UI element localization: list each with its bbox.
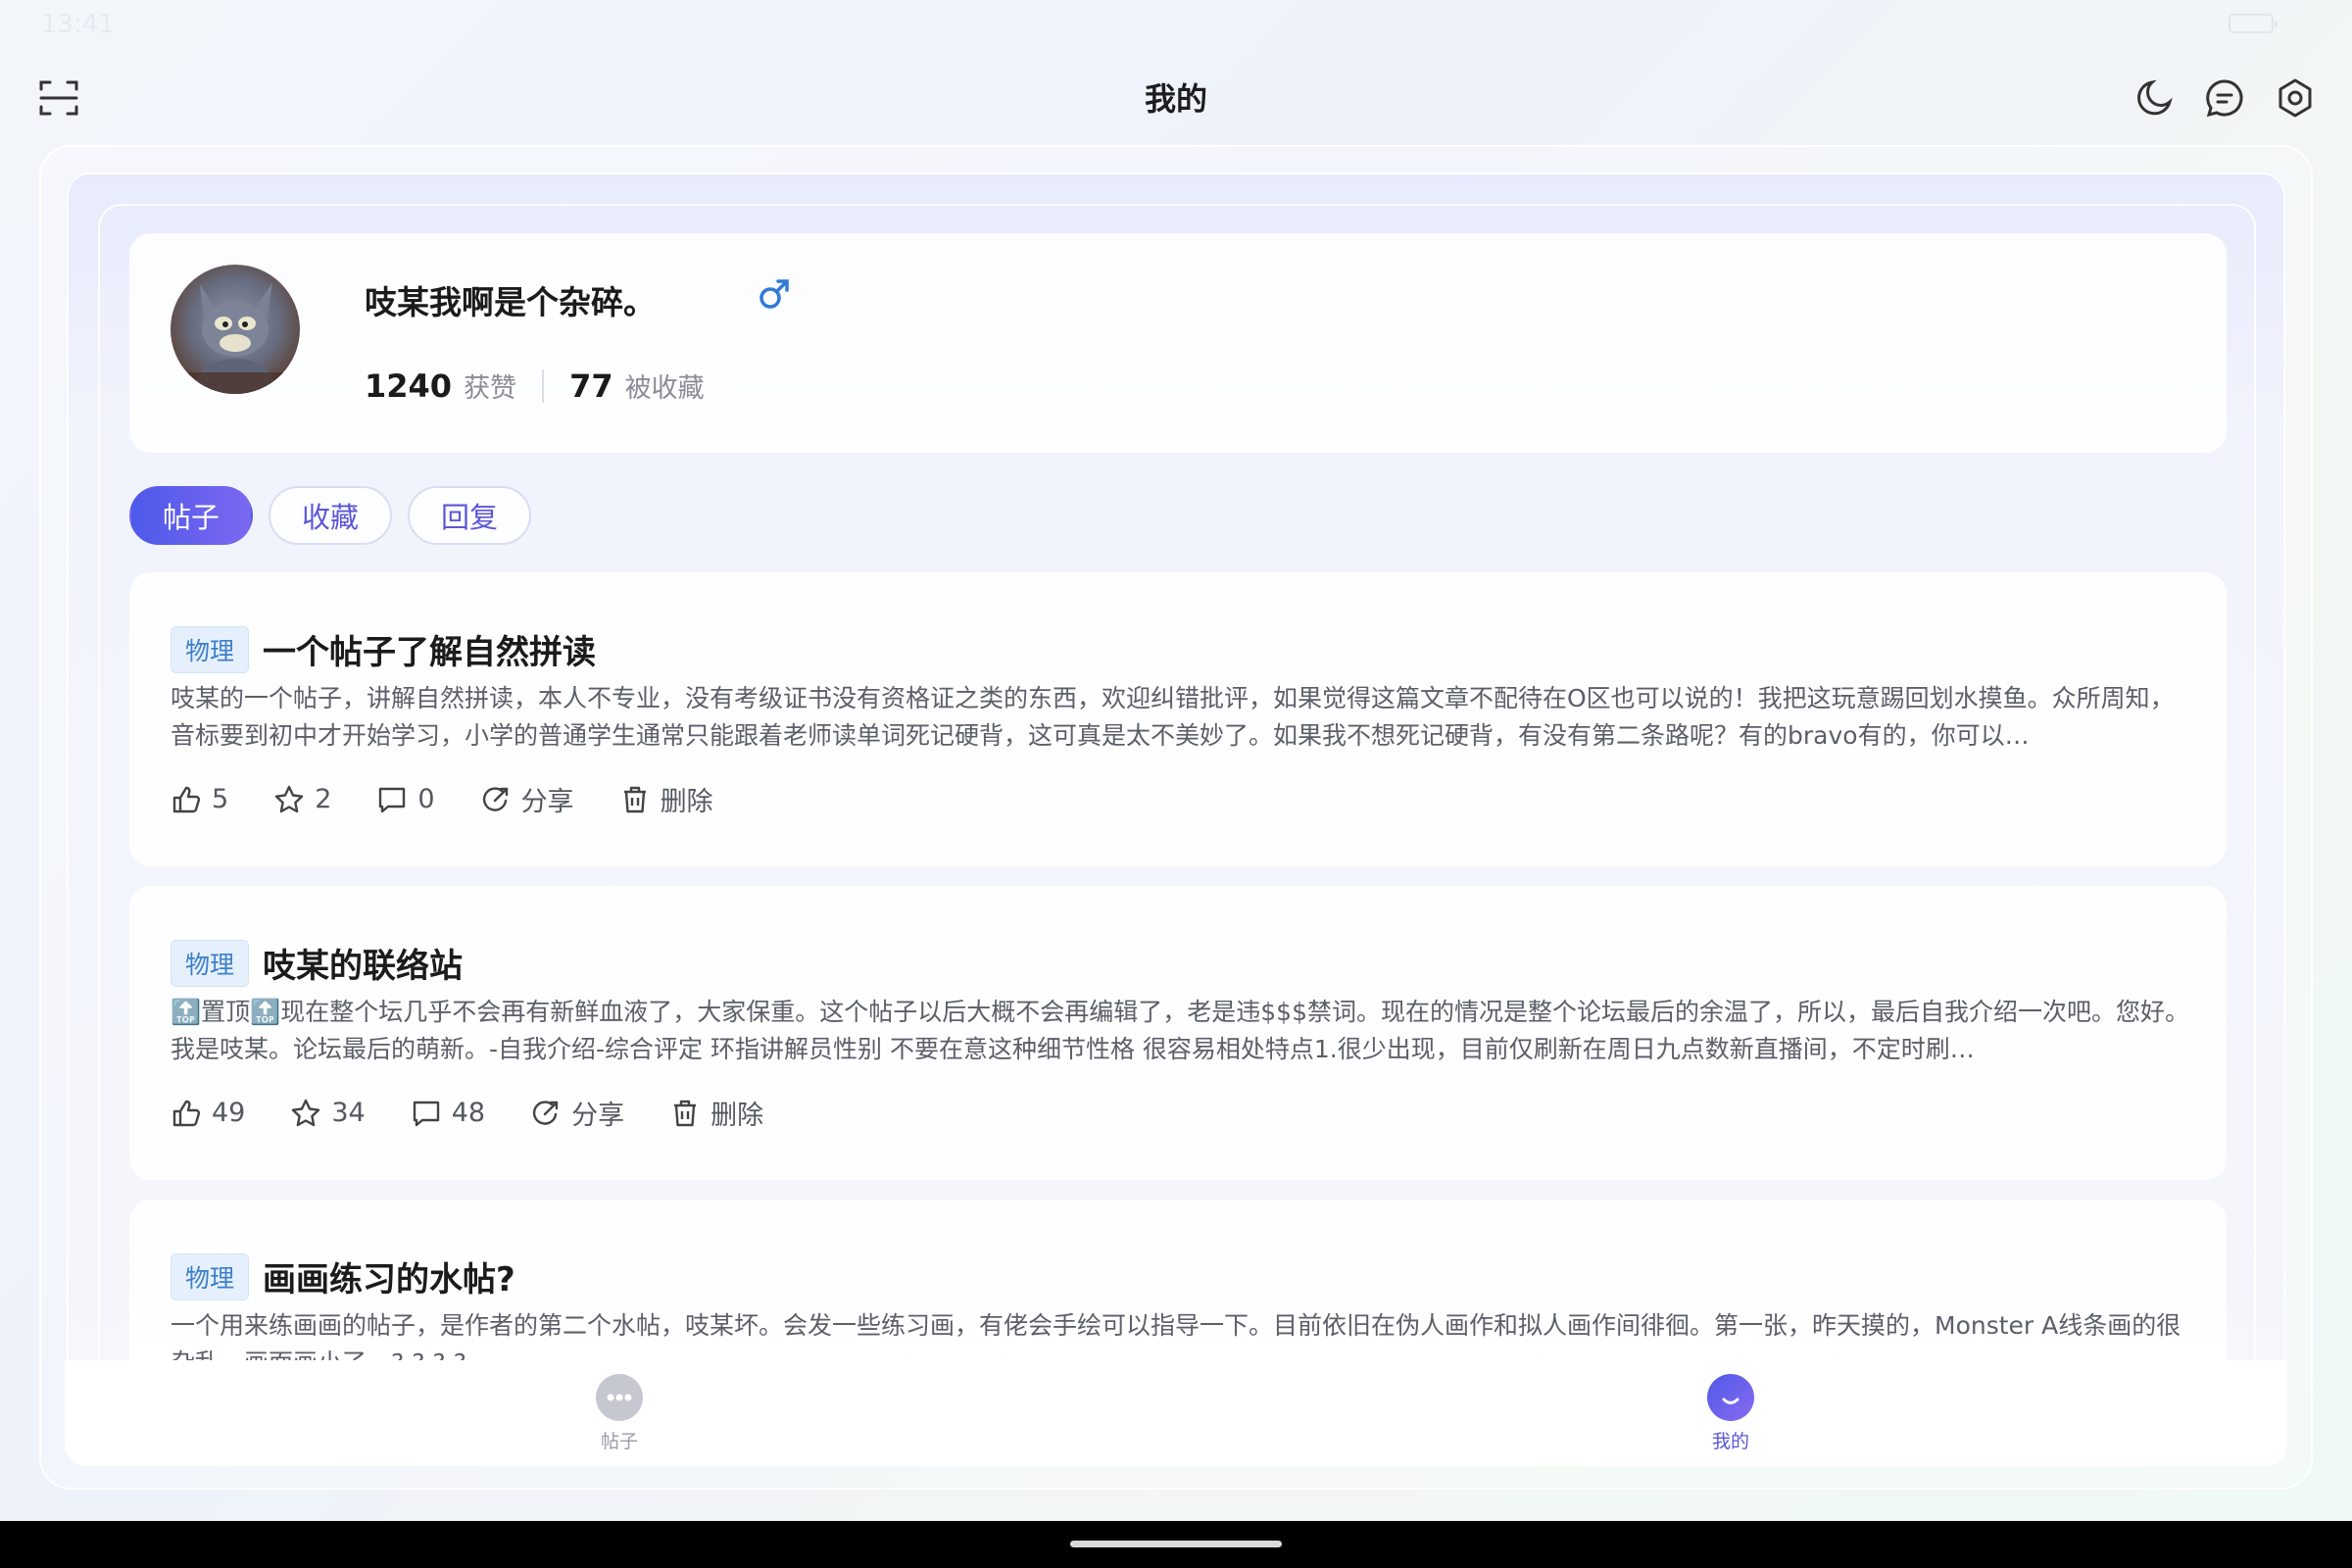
trash-icon bbox=[674, 1100, 697, 1126]
favorites-count: 77 bbox=[569, 367, 613, 405]
tab-posts[interactable]: 帖子 bbox=[129, 486, 254, 545]
profile-card: 吱某我啊是个杂碎。 1240 获赞 77 被收藏 bbox=[129, 233, 2227, 453]
post-body: 🔝置顶🔝现在整个坛几乎不会再有新鲜血液了，大家保重。这个帖子以后大概不会再编辑了… bbox=[171, 998, 2189, 1063]
star-count: 34 bbox=[331, 1098, 366, 1128]
profile-face-icon bbox=[1707, 1374, 1754, 1421]
like-button[interactable]: 49 bbox=[171, 1098, 245, 1129]
dark-mode-icon[interactable] bbox=[2132, 76, 2176, 120]
battery-icon bbox=[2229, 14, 2278, 33]
avatar[interactable] bbox=[171, 265, 300, 394]
star-button[interactable]: 34 bbox=[290, 1098, 366, 1129]
nav-label: 帖子 bbox=[600, 1431, 638, 1452]
share-button[interactable]: 分享 bbox=[530, 1094, 624, 1132]
post-actions: 49 34 48 分享 删除 bbox=[171, 1094, 808, 1132]
comment-icon bbox=[413, 1101, 439, 1126]
comment-icon bbox=[379, 787, 406, 812]
likes-count: 1240 bbox=[365, 367, 453, 405]
favorites-label: 被收藏 bbox=[624, 373, 705, 404]
star-button[interactable]: 2 bbox=[273, 784, 331, 815]
main-panel: 吱某我啊是个杂碎。 1240 获赞 77 被收藏 帖子 收藏 回复 物理 一个帖… bbox=[67, 172, 2285, 1466]
star-icon bbox=[274, 785, 304, 812]
share-icon bbox=[532, 1100, 559, 1125]
post-title[interactable]: 画画练习的水帖? bbox=[263, 1252, 515, 1300]
chat-bubble-icon bbox=[596, 1374, 643, 1421]
status-bar: 13:41 bbox=[0, 0, 2352, 49]
male-gender-icon bbox=[760, 279, 789, 309]
delete-button[interactable]: 删除 bbox=[619, 780, 713, 818]
share-label: 分享 bbox=[571, 1101, 625, 1131]
trash-icon bbox=[623, 786, 646, 812]
comment-button[interactable]: 48 bbox=[411, 1098, 485, 1129]
likes-label: 获赞 bbox=[464, 373, 517, 404]
comment-button[interactable]: 0 bbox=[376, 784, 435, 815]
home-indicator[interactable] bbox=[1070, 1541, 1282, 1547]
top-bar: 我的 bbox=[0, 59, 2352, 137]
profile-stats: 1240 获赞 77 被收藏 bbox=[365, 367, 705, 405]
message-icon[interactable] bbox=[2203, 76, 2246, 120]
thumbs-up-icon bbox=[172, 1100, 201, 1126]
stats-divider bbox=[542, 368, 545, 403]
post-title[interactable]: 吱某的联络站 bbox=[263, 939, 463, 987]
nav-label: 我的 bbox=[1711, 1431, 1749, 1452]
comment-count: 0 bbox=[417, 784, 435, 814]
share-label: 分享 bbox=[520, 787, 574, 817]
post-actions: 5 2 0 分享 删除 bbox=[171, 780, 759, 818]
nav-mine[interactable]: 我的 bbox=[1672, 1374, 1789, 1453]
delete-button[interactable]: 删除 bbox=[669, 1094, 763, 1132]
delete-label: 删除 bbox=[710, 1101, 764, 1131]
post-title[interactable]: 一个帖子了解自然拼读 bbox=[263, 625, 596, 673]
like-count: 49 bbox=[212, 1098, 246, 1128]
delete-label: 删除 bbox=[660, 787, 713, 817]
page-title: 我的 bbox=[1144, 80, 1207, 118]
settings-icon[interactable] bbox=[2274, 76, 2317, 120]
post-tag[interactable]: 物理 bbox=[171, 625, 250, 673]
status-time: 13:41 bbox=[41, 10, 115, 39]
post-tag[interactable]: 物理 bbox=[171, 939, 250, 987]
tab-favorites[interactable]: 收藏 bbox=[269, 486, 393, 545]
share-button[interactable]: 分享 bbox=[480, 780, 574, 818]
post-card[interactable]: 物理 吱某的联络站 🔝置顶🔝现在整个坛几乎不会再有新鲜血液了，大家保重。这个帖子… bbox=[129, 886, 2227, 1180]
tabs: 帖子 收藏 回复 bbox=[129, 486, 547, 545]
post-card[interactable]: 物理 一个帖子了解自然拼读 吱某的一个帖子，讲解自然拼读，本人不专业，没有考级证… bbox=[129, 572, 2227, 866]
username: 吱某我啊是个杂碎。 bbox=[365, 283, 656, 321]
post-body: 吱某的一个帖子，讲解自然拼读，本人不专业，没有考级证书没有资格证之类的东西，欢迎… bbox=[171, 684, 2175, 750]
tab-replies[interactable]: 回复 bbox=[408, 486, 532, 545]
nav-posts[interactable]: 帖子 bbox=[561, 1374, 678, 1453]
share-icon bbox=[482, 786, 508, 811]
post-tag[interactable]: 物理 bbox=[171, 1252, 250, 1300]
star-count: 2 bbox=[315, 784, 332, 814]
like-button[interactable]: 5 bbox=[171, 784, 228, 815]
comment-count: 48 bbox=[451, 1098, 486, 1128]
bottom-nav: 帖子 我的 bbox=[65, 1360, 2287, 1466]
star-icon bbox=[292, 1099, 320, 1126]
like-count: 5 bbox=[212, 784, 229, 814]
thumbs-up-icon bbox=[172, 786, 201, 812]
